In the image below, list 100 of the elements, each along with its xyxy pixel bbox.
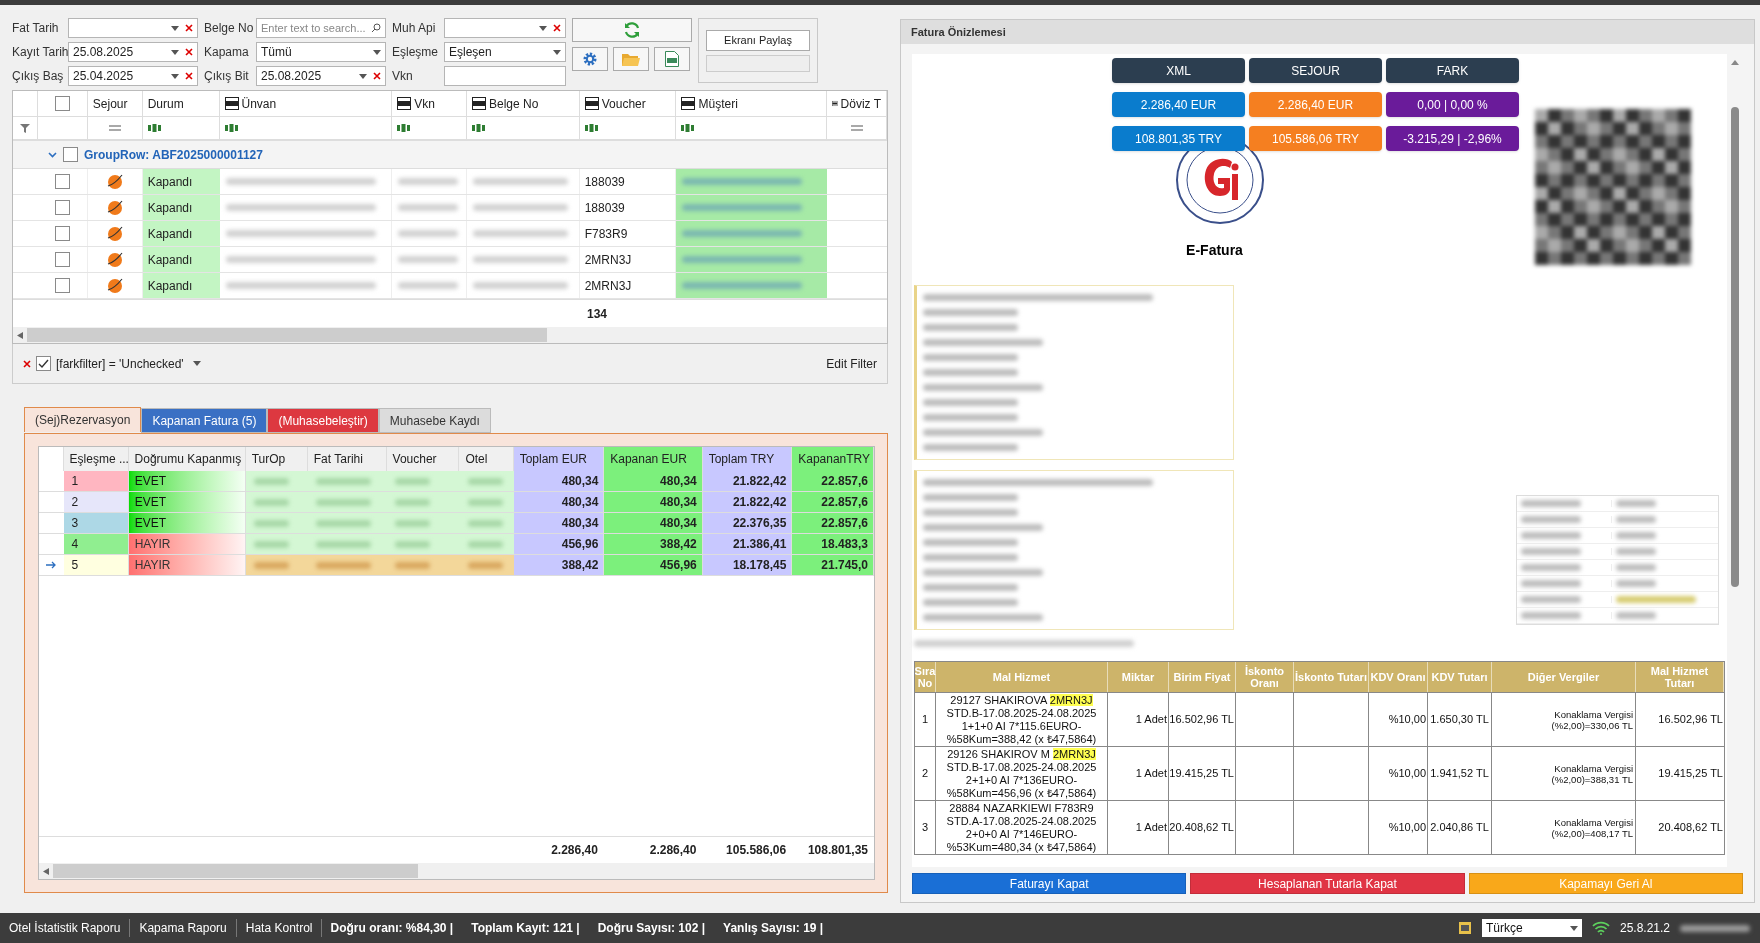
column-header[interactable]: TurOp bbox=[245, 447, 308, 471]
keyboard-icon[interactable] bbox=[1457, 921, 1472, 935]
checkbox[interactable] bbox=[54, 252, 70, 267]
action-button[interactable]: Hesaplanan Tutarla Kapat bbox=[1190, 873, 1465, 894]
blurred-text bbox=[1521, 564, 1581, 571]
combo-field[interactable] bbox=[68, 18, 198, 38]
text-filter-icon[interactable] bbox=[397, 124, 411, 132]
column-header[interactable]: Toplam TRY bbox=[702, 447, 793, 471]
settings-button[interactable] bbox=[572, 47, 608, 71]
tab[interactable]: Muhasebe Kaydı bbox=[378, 408, 491, 433]
caret-icon[interactable] bbox=[171, 49, 179, 55]
amount-cell: 480,34 bbox=[604, 471, 703, 491]
column-header[interactable]: Fat Tarihi bbox=[307, 447, 387, 471]
search-field[interactable]: Enter text to search... bbox=[256, 18, 386, 38]
text-filter-icon[interactable] bbox=[224, 124, 238, 132]
report-link[interactable]: Otel İstatistik Raporu bbox=[0, 919, 131, 937]
column-header[interactable]: KapananTRY bbox=[792, 447, 874, 471]
combo-field[interactable]: 25.08.2025 bbox=[256, 66, 386, 86]
checkbox[interactable] bbox=[36, 356, 51, 371]
text-filter-icon[interactable] bbox=[147, 124, 161, 132]
horizontal-scrollbar[interactable] bbox=[39, 863, 874, 879]
column-header[interactable]: Eşleşme ... bbox=[63, 447, 129, 471]
item-description: 28884 NAZARKIEWI F783R9 STD.A-17.08.2025-24.08.2025 2+0+0 AI 7*146EURO-%53Kum=480,34 (x ₺47,5864) bbox=[936, 801, 1108, 854]
amount-cell: 18.483,3 bbox=[792, 534, 874, 554]
caret-icon[interactable] bbox=[553, 49, 561, 55]
caret-icon[interactable] bbox=[373, 49, 381, 55]
text-field[interactable] bbox=[444, 66, 566, 86]
amount-cell: 480,34 bbox=[513, 471, 605, 491]
combo-field[interactable] bbox=[444, 18, 566, 38]
column-header[interactable]: Döviz T bbox=[827, 91, 887, 116]
column-header[interactable]: Durum bbox=[142, 91, 220, 116]
column-header[interactable]: Belge No bbox=[466, 91, 580, 116]
checkbox[interactable] bbox=[54, 226, 70, 241]
scroll-left-icon[interactable] bbox=[17, 331, 23, 339]
text-filter-icon[interactable] bbox=[584, 124, 598, 132]
checkbox[interactable] bbox=[54, 96, 70, 111]
checkbox[interactable] bbox=[54, 174, 70, 189]
column-header: İskonto Tutarı bbox=[1294, 662, 1369, 692]
caret-icon[interactable] bbox=[539, 25, 547, 31]
combo-field[interactable]: 25.04.2025 bbox=[68, 66, 198, 86]
combo-field[interactable]: Eşleşen bbox=[444, 42, 566, 62]
scroll-thumb[interactable] bbox=[27, 328, 547, 342]
language-select[interactable]: Türkçe bbox=[1481, 919, 1582, 937]
blurred-text bbox=[467, 540, 503, 548]
column-header[interactable]: Otel bbox=[459, 447, 514, 471]
caret-icon[interactable] bbox=[1569, 925, 1578, 931]
checkbox[interactable] bbox=[54, 200, 70, 215]
action-button[interactable]: Faturayı Kapat bbox=[912, 873, 1187, 894]
filter-icon[interactable] bbox=[19, 123, 30, 133]
checkbox[interactable] bbox=[63, 147, 78, 162]
column-header[interactable]: Voucher bbox=[579, 91, 677, 116]
clear-icon[interactable] bbox=[185, 48, 193, 56]
scroll-thumb[interactable] bbox=[1731, 107, 1739, 587]
report-link[interactable]: Kapama Raporu bbox=[130, 919, 237, 937]
summary-value: 2.286,40 EUR bbox=[1249, 92, 1382, 117]
horizontal-scrollbar[interactable] bbox=[13, 327, 887, 343]
status-cell: Kapandı bbox=[142, 247, 220, 272]
refresh-button[interactable] bbox=[572, 18, 692, 42]
summary-value: 108.801,35 TRY bbox=[1112, 126, 1245, 151]
scroll-left-icon[interactable] bbox=[43, 867, 49, 875]
tab[interactable]: (Muhasebeleştir) bbox=[267, 408, 379, 433]
scroll-thumb[interactable] bbox=[53, 864, 418, 878]
column-header: İskonto Oranı bbox=[1236, 662, 1294, 692]
clear-icon[interactable] bbox=[23, 359, 31, 368]
column-header: Sıra No bbox=[915, 662, 936, 692]
combo-field[interactable]: Tümü bbox=[256, 42, 386, 62]
column-header[interactable]: Kapanan EUR bbox=[604, 447, 703, 471]
scroll-up-icon[interactable] bbox=[1731, 60, 1739, 65]
column-header[interactable]: Voucher bbox=[386, 447, 460, 471]
share-screen-button[interactable]: Ekranı Paylaş bbox=[706, 29, 810, 51]
tab[interactable]: (Sej)Rezervasyon bbox=[24, 407, 142, 432]
edit-filter-link[interactable]: Edit Filter bbox=[826, 354, 877, 373]
status-cell: EVET bbox=[128, 471, 246, 491]
caret-icon[interactable] bbox=[171, 25, 179, 31]
checkbox[interactable] bbox=[54, 278, 70, 293]
column-header[interactable]: Vkn bbox=[392, 91, 467, 116]
caret-icon[interactable] bbox=[359, 73, 367, 79]
search-icon bbox=[371, 23, 381, 33]
combo-field[interactable]: 25.08.2025 bbox=[68, 42, 198, 62]
filter-expression[interactable]: [farkfilter] = 'Unchecked' bbox=[56, 354, 184, 373]
summary-header: SEJOUR bbox=[1249, 58, 1382, 83]
expand-icon[interactable] bbox=[48, 151, 57, 158]
column-header[interactable]: Doğrumu Kapanmış bbox=[128, 447, 246, 471]
excel-export-button[interactable] bbox=[654, 47, 690, 71]
clear-icon[interactable] bbox=[373, 72, 381, 80]
clear-icon[interactable] bbox=[185, 24, 193, 32]
tab[interactable]: Kapanan Fatura (5) bbox=[141, 408, 268, 433]
caret-icon[interactable] bbox=[192, 361, 201, 366]
column-header[interactable]: Sejour bbox=[87, 91, 143, 116]
column-header[interactable]: Ünvan bbox=[219, 91, 393, 116]
caret-icon[interactable] bbox=[171, 73, 179, 79]
text-filter-icon[interactable] bbox=[681, 124, 695, 132]
xml-file-icon bbox=[224, 97, 239, 110]
column-header[interactable]: Toplam EUR bbox=[513, 447, 605, 471]
text-filter-icon[interactable] bbox=[471, 124, 485, 132]
report-link[interactable]: Hata Kontrol bbox=[236, 919, 323, 937]
status-cell: Kapandı bbox=[142, 273, 220, 298]
column-header[interactable]: Müşteri bbox=[676, 91, 828, 116]
clear-icon[interactable] bbox=[185, 72, 193, 80]
clear-icon[interactable] bbox=[553, 24, 561, 32]
